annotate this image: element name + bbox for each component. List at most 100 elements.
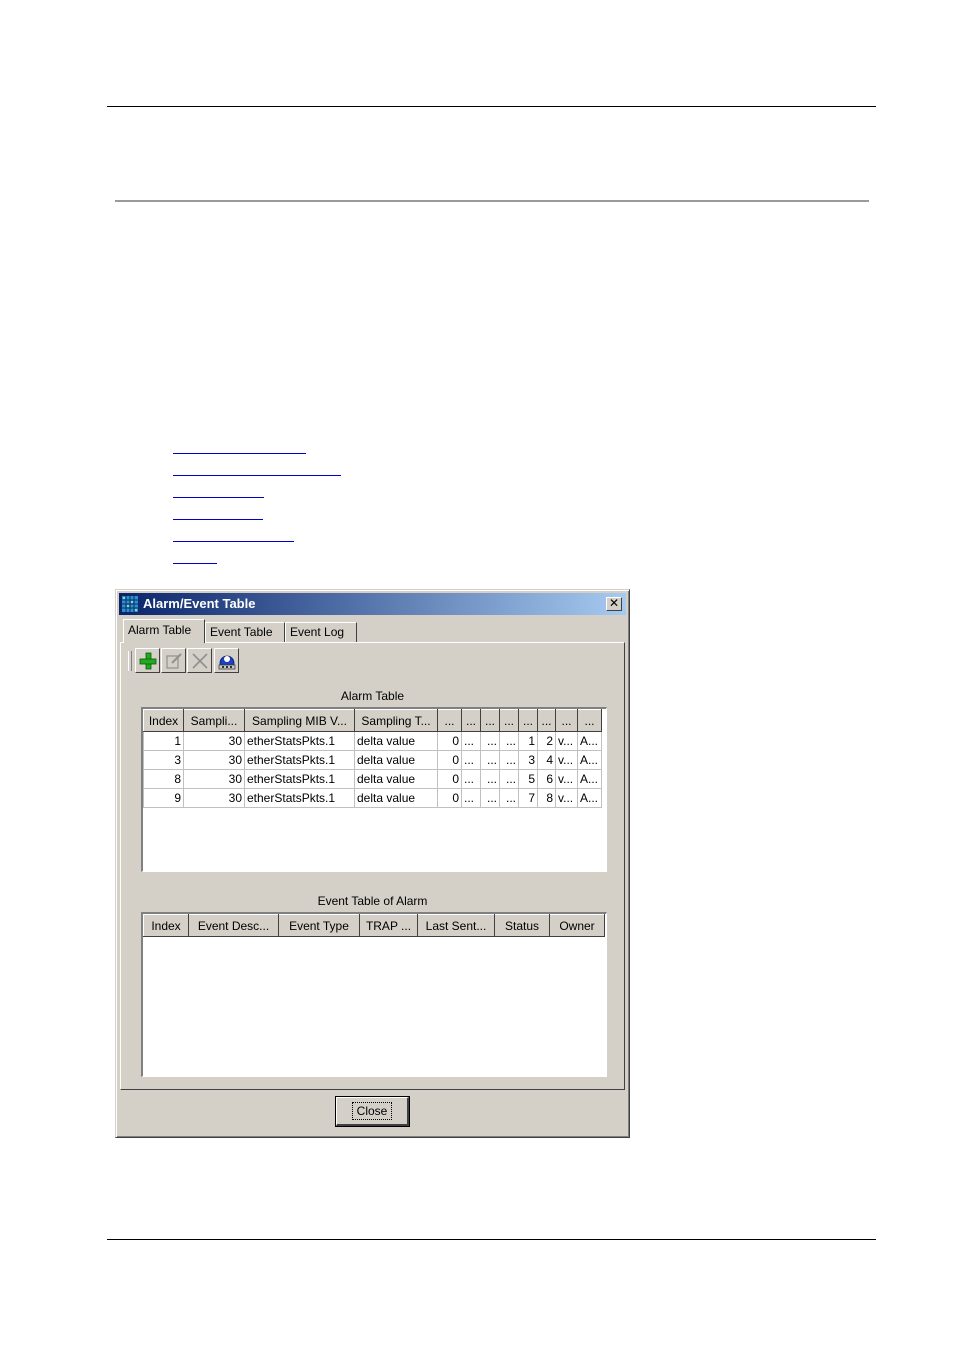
cell: ... bbox=[461, 769, 481, 789]
cell: ... bbox=[461, 731, 481, 751]
cell-index: 8 bbox=[143, 769, 184, 789]
cell: 6 bbox=[537, 769, 556, 789]
link-2[interactable] bbox=[173, 464, 341, 476]
cell: ... bbox=[461, 788, 481, 808]
cell-index: 3 bbox=[143, 750, 184, 770]
grid-app-icon bbox=[122, 596, 138, 612]
col-header-7[interactable]: ... bbox=[480, 709, 500, 732]
cell: A... bbox=[577, 731, 602, 751]
close-button[interactable]: Close bbox=[335, 1096, 410, 1127]
table-row[interactable]: 9 30 etherStatsPkts.1 delta value 0 ... … bbox=[143, 788, 602, 808]
cell: v... bbox=[555, 769, 578, 789]
tab-event-table[interactable]: Event Table bbox=[205, 622, 285, 642]
table-row[interactable]: 8 30 etherStatsPkts.1 delta value 0 ... … bbox=[143, 769, 602, 789]
col-header-event-type[interactable]: Event Type bbox=[278, 914, 360, 937]
cell-mib-variable: etherStatsPkts.1 bbox=[244, 788, 355, 808]
link-list bbox=[173, 442, 341, 574]
link-6[interactable] bbox=[173, 552, 217, 564]
link-5[interactable] bbox=[173, 530, 294, 542]
col-header-sampling-type[interactable]: Sampling T... bbox=[354, 709, 438, 732]
cell-sampling-interval: 30 bbox=[183, 750, 245, 770]
event-table-caption: Event Table of Alarm bbox=[317, 894, 428, 908]
cell: ... bbox=[480, 750, 500, 770]
cell: v... bbox=[555, 750, 578, 770]
col-header-last-sent[interactable]: Last Sent... bbox=[417, 914, 495, 937]
col-header-10[interactable]: ... bbox=[537, 709, 556, 732]
refresh-button[interactable] bbox=[214, 648, 239, 673]
table-row[interactable]: 1 30 etherStatsPkts.1 delta value 0 ... … bbox=[143, 731, 602, 751]
cell: ... bbox=[499, 731, 519, 751]
col-header-index[interactable]: Index bbox=[143, 709, 184, 732]
link-1[interactable] bbox=[173, 442, 306, 454]
close-icon[interactable]: ✕ bbox=[606, 597, 622, 611]
cell-sampling-type: delta value bbox=[354, 731, 438, 751]
section-rule bbox=[115, 200, 869, 202]
close-button-label: Close bbox=[351, 1102, 393, 1120]
cell: ... bbox=[499, 750, 519, 770]
title-bar[interactable]: Alarm/Event Table ✕ bbox=[119, 593, 626, 615]
tab-label: Event Table bbox=[210, 625, 273, 639]
cell-sampling-type: delta value bbox=[354, 750, 438, 770]
cell: 3 bbox=[518, 750, 538, 770]
cell: A... bbox=[577, 769, 602, 789]
alarm-table-header: Index Sampli... Sampling MIB V... Sampli… bbox=[143, 709, 602, 732]
link-4[interactable] bbox=[173, 508, 263, 520]
alarm-table-grid[interactable]: Index Sampli... Sampling MIB V... Sampli… bbox=[141, 707, 607, 872]
col-header-owner[interactable]: Owner bbox=[549, 914, 605, 937]
cell-mib-variable: etherStatsPkts.1 bbox=[244, 769, 355, 789]
refresh-icon bbox=[218, 655, 235, 669]
edit-icon bbox=[165, 652, 182, 669]
add-icon bbox=[139, 652, 156, 669]
cell: 2 bbox=[537, 731, 556, 751]
col-header-5[interactable]: ... bbox=[437, 709, 462, 732]
col-header-sampling-mib-variable[interactable]: Sampling MIB V... bbox=[244, 709, 355, 732]
table-row[interactable]: 3 30 etherStatsPkts.1 delta value 0 ... … bbox=[143, 750, 602, 770]
col-header-event-description[interactable]: Event Desc... bbox=[188, 914, 279, 937]
col-header-9[interactable]: ... bbox=[518, 709, 538, 732]
alarm-event-window: Alarm/Event Table ✕ Alarm Table Event Ta… bbox=[115, 589, 630, 1138]
add-button[interactable] bbox=[135, 648, 160, 673]
col-header-6[interactable]: ... bbox=[461, 709, 481, 732]
cell: A... bbox=[577, 788, 602, 808]
col-header-index[interactable]: Index bbox=[143, 914, 189, 937]
col-header-12[interactable]: ... bbox=[577, 709, 602, 732]
cell: ... bbox=[480, 731, 500, 751]
cell: 0 bbox=[437, 731, 462, 751]
cell: 5 bbox=[518, 769, 538, 789]
link-3[interactable] bbox=[173, 486, 264, 498]
cell-sampling-interval: 30 bbox=[183, 788, 245, 808]
delete-icon bbox=[191, 652, 208, 669]
cell-index: 1 bbox=[143, 731, 184, 751]
cell: ... bbox=[480, 788, 500, 808]
col-header-sampling-interval[interactable]: Sampli... bbox=[183, 709, 245, 732]
alarm-table-panel: Alarm Table Index Sampli... Sampling MIB… bbox=[120, 642, 625, 1090]
event-table-grid[interactable]: Index Event Desc... Event Type TRAP ... … bbox=[141, 912, 607, 1077]
cell-mib-variable: etherStatsPkts.1 bbox=[244, 750, 355, 770]
cell: ... bbox=[499, 788, 519, 808]
edit-button[interactable] bbox=[161, 648, 186, 673]
cell-index: 9 bbox=[143, 788, 184, 808]
cell-sampling-type: delta value bbox=[354, 788, 438, 808]
tab-label: Event Log bbox=[290, 625, 345, 639]
tab-label: Alarm Table bbox=[128, 623, 192, 637]
toolbar-grip[interactable] bbox=[128, 651, 132, 671]
col-header-11[interactable]: ... bbox=[555, 709, 578, 732]
cell: 4 bbox=[537, 750, 556, 770]
cell-sampling-interval: 30 bbox=[183, 769, 245, 789]
alarm-table-caption: Alarm Table bbox=[340, 689, 405, 703]
col-header-trap-community[interactable]: TRAP ... bbox=[359, 914, 418, 937]
col-header-status[interactable]: Status bbox=[494, 914, 550, 937]
tab-alarm-table[interactable]: Alarm Table bbox=[123, 619, 205, 643]
delete-button[interactable] bbox=[187, 648, 212, 673]
cell-sampling-type: delta value bbox=[354, 769, 438, 789]
button-bar: Close bbox=[120, 1094, 625, 1132]
cell-sampling-interval: 30 bbox=[183, 731, 245, 751]
page-footer-rule bbox=[107, 1239, 876, 1240]
cell: 8 bbox=[537, 788, 556, 808]
cell: 0 bbox=[437, 788, 462, 808]
cell: v... bbox=[555, 731, 578, 751]
col-header-8[interactable]: ... bbox=[499, 709, 519, 732]
cell-mib-variable: etherStatsPkts.1 bbox=[244, 731, 355, 751]
tab-event-log[interactable]: Event Log bbox=[285, 622, 357, 642]
event-table: Index Event Desc... Event Type TRAP ... … bbox=[143, 914, 605, 937]
